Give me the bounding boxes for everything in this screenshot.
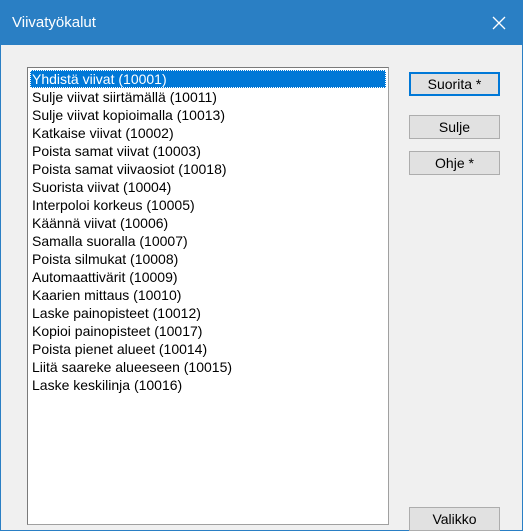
list-item[interactable]: Katkaise viivat (10002) (30, 124, 386, 142)
list-item[interactable]: Suorista viivat (10004) (30, 178, 386, 196)
run-button[interactable]: Suorita * (409, 72, 500, 96)
list-item[interactable]: Liitä saareke alueeseen (10015) (30, 358, 386, 376)
list-item[interactable]: Samalla suoralla (10007) (30, 232, 386, 250)
dialog-window: Viivatyökalut Yhdistä viivat (10001) Sulj… (0, 0, 523, 531)
close-icon (492, 16, 506, 30)
list-item[interactable]: Kaarien mittaus (10010) (30, 286, 386, 304)
window-title: Viivatyökalut (12, 14, 96, 31)
close-dialog-button[interactable]: Sulje (409, 115, 500, 139)
title-bar[interactable]: Viivatyökalut (1, 1, 522, 45)
help-button[interactable]: Ohje * (409, 151, 500, 175)
tool-listbox[interactable]: Yhdistä viivat (10001) Sulje viivat siirt… (27, 67, 389, 525)
list-item[interactable]: Laske keskilinja (10016) (30, 376, 386, 394)
list-item[interactable]: Laske painopisteet (10012) (30, 304, 386, 322)
dialog-client-area: Yhdistä viivat (10001) Sulje viivat siirt… (1, 45, 522, 531)
list-item[interactable]: Interpoloi korkeus (10005) (30, 196, 386, 214)
list-item[interactable]: Poista samat viivaosiot (10018) (30, 160, 386, 178)
list-item[interactable]: Yhdistä viivat (10001) (30, 70, 386, 88)
menu-button[interactable]: Valikko (409, 507, 500, 531)
list-item[interactable]: Poista pienet alueet (10014) (30, 340, 386, 358)
list-item[interactable]: Kopioi painopisteet (10017) (30, 322, 386, 340)
list-item[interactable]: Poista samat viivat (10003) (30, 142, 386, 160)
close-button[interactable] (476, 1, 522, 45)
list-item[interactable]: Automaattivärit (10009) (30, 268, 386, 286)
list-item[interactable]: Sulje viivat kopioimalla (10013) (30, 106, 386, 124)
list-item[interactable]: Käännä viivat (10006) (30, 214, 386, 232)
list-item[interactable]: Poista silmukat (10008) (30, 250, 386, 268)
list-item[interactable]: Sulje viivat siirtämällä (10011) (30, 88, 386, 106)
